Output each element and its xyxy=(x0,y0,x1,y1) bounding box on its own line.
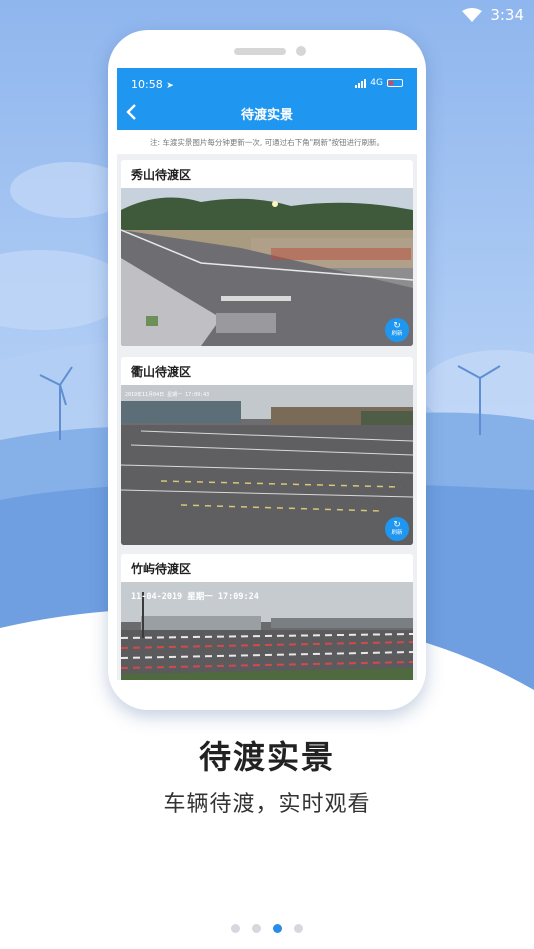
page-dot-active[interactable] xyxy=(273,924,282,933)
phone-screen: 10:58 ➤ 4G 待渡实景 注: 车渡实景图片每分钟更新一次, 可通过右下角… xyxy=(117,68,417,680)
refresh-icon: ↻ xyxy=(393,321,401,331)
signal-icon xyxy=(355,78,367,88)
phone-camera xyxy=(296,46,306,56)
feature-subtitle: 车辆待渡，实时观看 xyxy=(163,792,371,817)
inner-status-right: 4G xyxy=(355,78,403,88)
camera-card-zhuyu: 竹屿待渡区 11-04-2019 星期一 17:09:24 xyxy=(121,554,413,680)
app-header: 10:58 ➤ 4G 待渡实景 xyxy=(117,68,417,130)
page-dot[interactable] xyxy=(231,924,240,933)
page-indicator xyxy=(0,924,534,933)
refresh-icon: ↻ xyxy=(393,520,401,530)
camera-image[interactable]: 11-04-2019 星期一 17:09:24 xyxy=(121,582,413,680)
inner-status-time: 10:58 ➤ xyxy=(131,78,174,91)
device-status-bar: 3:34 xyxy=(462,5,524,25)
camera-image[interactable]: ↻ 刷新 xyxy=(121,188,413,346)
phone-mockup: 10:58 ➤ 4G 待渡实景 注: 车渡实景图片每分钟更新一次, 可通过右下角… xyxy=(108,30,426,710)
refresh-label: 刷新 xyxy=(391,331,403,337)
wifi-icon xyxy=(462,8,483,22)
camera-card-xiushan: 秀山待渡区 ↻ 刷新 xyxy=(121,160,413,346)
device-clock: 3:34 xyxy=(490,6,524,24)
card-title: 秀山待渡区 xyxy=(131,167,192,182)
page-dot[interactable] xyxy=(294,924,303,933)
inner-clock: 10:58 xyxy=(131,78,163,91)
refresh-label: 刷新 xyxy=(391,530,403,536)
camera-card-qushan: 衢山待渡区 2019年11月04日 星期一 17:09:43 ↻ 刷新 xyxy=(121,357,413,545)
update-notice: 注: 车渡实景图片每分钟更新一次, 可通过右下角"刷新"按钮进行刷新。 xyxy=(117,130,417,154)
refresh-button[interactable]: ↻ 刷新 xyxy=(385,517,409,541)
camera-timestamp: 2019年11月04日 星期一 17:09:43 xyxy=(125,392,210,398)
battery-icon xyxy=(387,79,403,87)
refresh-button[interactable]: ↻ 刷新 xyxy=(385,318,409,342)
camera-timestamp: 11-04-2019 星期一 17:09:24 xyxy=(131,592,259,602)
feature-title: 待渡实景 xyxy=(198,738,335,776)
camera-image[interactable]: 2019年11月04日 星期一 17:09:43 ↻ 刷新 xyxy=(121,385,413,545)
page-dot[interactable] xyxy=(252,924,261,933)
network-label: 4G xyxy=(370,78,383,88)
card-title: 竹屿待渡区 xyxy=(131,561,192,576)
phone-speaker xyxy=(234,48,286,55)
page-title: 待渡实景 xyxy=(240,108,293,123)
card-title: 衢山待渡区 xyxy=(131,364,192,379)
location-arrow-icon: ➤ xyxy=(166,81,174,91)
